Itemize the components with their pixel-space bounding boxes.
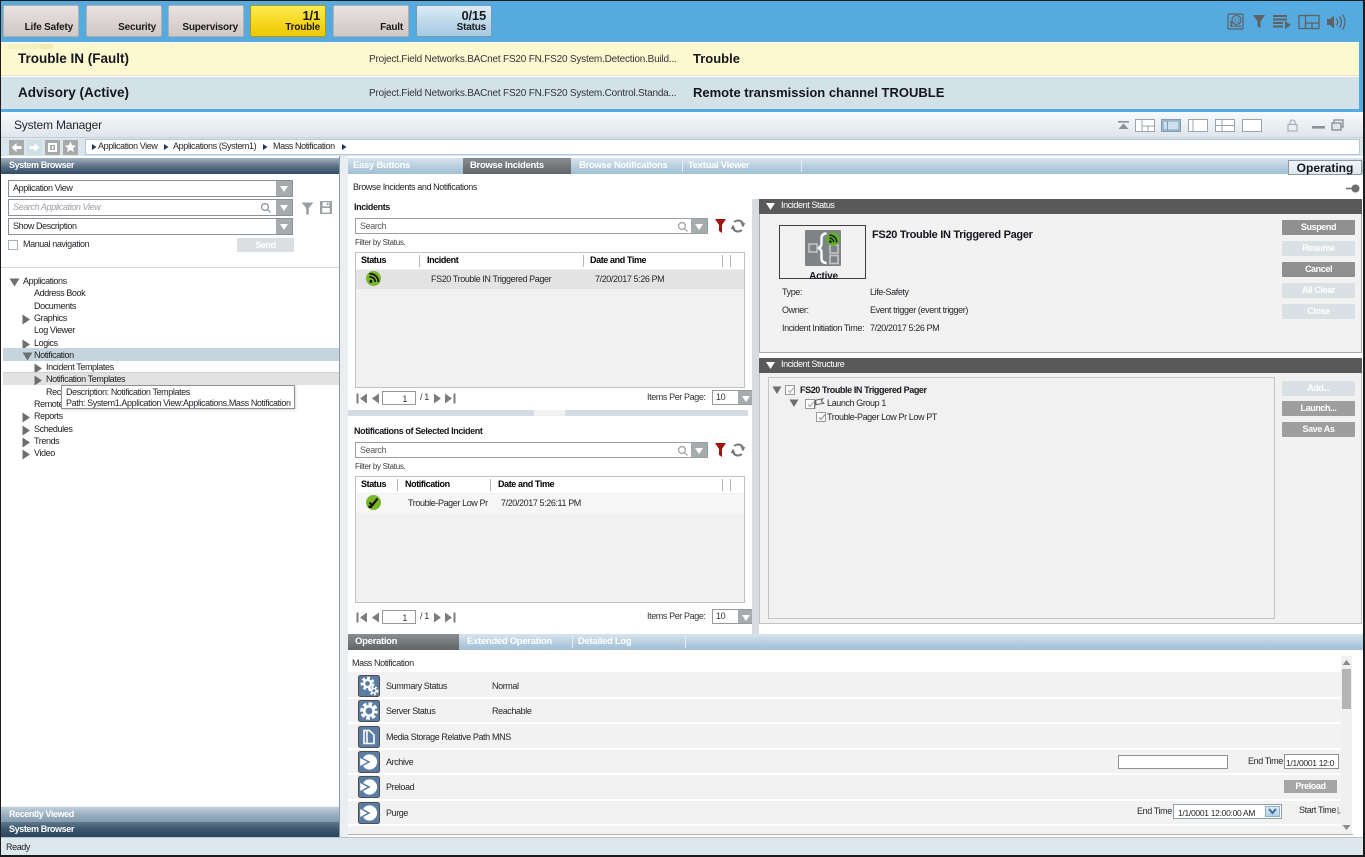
svg-text:12: 12 xyxy=(1234,19,1240,25)
